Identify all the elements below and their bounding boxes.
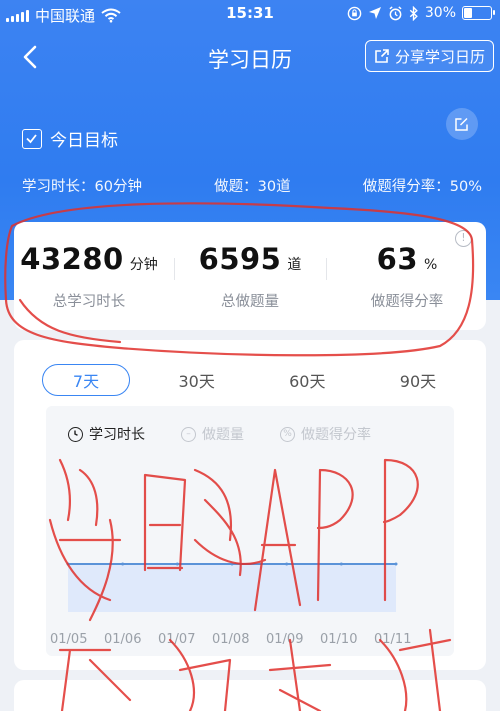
goal-score-rate: 做题得分率：50%	[362, 179, 482, 195]
total-study-time: 43280 分钟 总学习时长	[14, 242, 164, 311]
x-tick-label: 01/08	[212, 632, 249, 647]
goal-study-time: 学习时长：60分钟	[22, 179, 142, 195]
tab-7-days[interactable]: 7天	[42, 364, 130, 396]
x-tick-label: 01/07	[158, 632, 195, 647]
battery-percent: 30%	[424, 5, 456, 21]
metric-tab-label: 做题得分率	[301, 427, 371, 443]
battery-icon	[462, 6, 495, 20]
nav-bar: 学习日历 分享学习日历	[0, 32, 500, 82]
share-calendar-button[interactable]: 分享学习日历	[364, 40, 494, 72]
x-tick-label: 01/06	[104, 632, 141, 647]
goal-checkbox-icon	[22, 128, 42, 149]
metric-tab-label: 学习时长	[89, 427, 145, 443]
metric-tabs: 学习时长 – 做题量 % 做题得分率	[68, 424, 448, 444]
chart-point-01/10	[339, 562, 343, 566]
total-study-time-unit: 分钟	[129, 257, 158, 273]
metric-tab-label: 做题量	[202, 427, 244, 443]
bluetooth-icon	[409, 5, 418, 21]
today-goal-title: 今日目标	[50, 131, 118, 151]
total-questions-unit: 道	[287, 257, 302, 273]
chart-area-fill	[68, 564, 396, 612]
x-tick-label: 01/10	[320, 632, 357, 647]
percent-icon: %	[280, 426, 295, 442]
chart-point-01/06	[121, 562, 125, 566]
location-icon	[368, 7, 381, 19]
clock-icon	[68, 426, 83, 442]
share-icon	[375, 49, 389, 63]
dash-icon: –	[181, 426, 196, 442]
chart-point-01/07	[175, 562, 179, 566]
status-bar: 中国联通 15:31 30%	[0, 0, 500, 28]
total-score-rate-value: 63	[376, 242, 419, 276]
x-tick-label: 01/05	[50, 632, 87, 647]
goal-questions: 做题：30道	[214, 179, 291, 195]
today-goal-items: 学习时长：60分钟 做题：30道 做题得分率：50%	[22, 175, 482, 196]
orientation-lock-icon	[347, 6, 362, 20]
total-questions: 6595 道 总做题量	[175, 242, 325, 311]
total-score-rate: 63% 做题得分率	[332, 242, 482, 311]
chart-point-01/09	[285, 562, 289, 566]
x-tick-label: 01/11	[374, 632, 411, 647]
x-tick-label: 01/09	[266, 632, 303, 647]
share-button-label: 分享学习日历	[394, 47, 485, 66]
edit-icon	[455, 118, 468, 131]
total-questions-value: 6595	[198, 242, 282, 276]
alarm-icon	[389, 5, 402, 20]
divider	[326, 258, 327, 280]
metric-tab-score-rate[interactable]: % 做题得分率	[280, 424, 371, 444]
total-score-rate-unit: %	[424, 257, 438, 273]
next-card	[14, 680, 486, 711]
chart-point-01/11	[394, 562, 398, 566]
chart-point-01/05	[66, 562, 70, 566]
chart-panel: 01/05 01/06 01/07 01/08 01/09 01/10 01/11 学习时长…	[46, 406, 454, 656]
tab-30-days[interactable]: 30天	[153, 364, 241, 396]
tab-90-days[interactable]: 90天	[374, 364, 462, 396]
metric-tab-questions[interactable]: – 做题量	[181, 424, 244, 444]
total-study-time-value: 43280	[20, 242, 124, 276]
total-questions-label: 总做题量	[221, 294, 279, 310]
total-study-time-label: 总学习时长	[52, 294, 126, 310]
tab-60-days[interactable]: 60天	[263, 364, 351, 396]
period-tabs: 7天 30天 60天 90天	[42, 364, 462, 396]
today-goal-header: 今日目标	[22, 126, 118, 151]
edit-goal-button[interactable]	[446, 108, 478, 140]
statistics-card: 7天 30天 60天 90天 01/05 01/06 01/07 01/08 01/09…	[14, 340, 486, 670]
chart-point-01/08	[230, 562, 234, 566]
metric-tab-study-time[interactable]: 学习时长	[68, 424, 145, 444]
total-score-rate-label: 做题得分率	[370, 294, 444, 310]
totals-card: ! 43280 分钟 总学习时长 6595 道 总做题量 63% 做题得分率	[14, 222, 486, 330]
